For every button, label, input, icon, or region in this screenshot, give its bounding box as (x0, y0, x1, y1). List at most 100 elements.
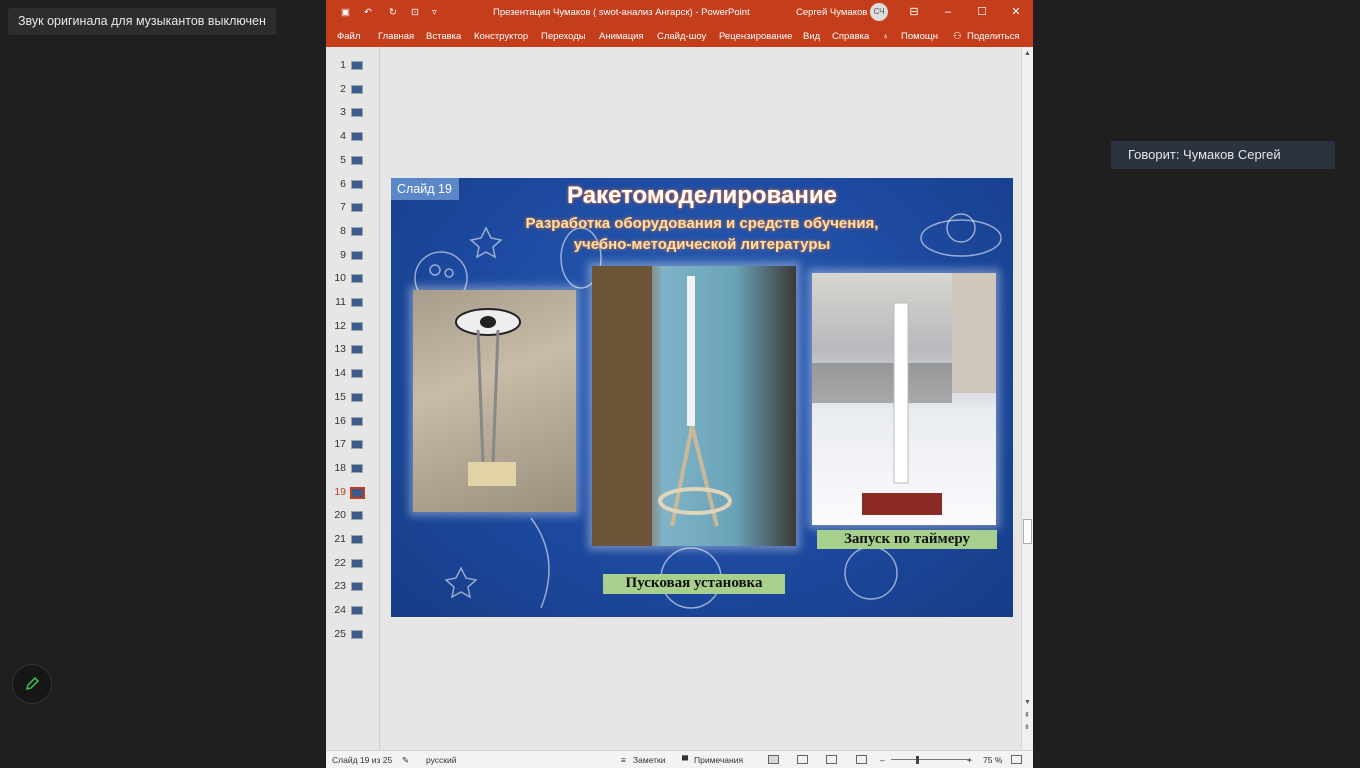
next-slide-icon[interactable]: ⇟ (1024, 723, 1030, 731)
notes-button[interactable]: Заметки (633, 755, 666, 765)
tab-help[interactable]: Справка (832, 31, 869, 42)
slide-thumbnail-image[interactable] (351, 155, 363, 165)
slide-thumbnail-image[interactable] (351, 345, 363, 355)
language-indicator[interactable]: русский (426, 755, 457, 765)
slide-thumbnail-image[interactable] (351, 132, 363, 142)
slide-thumbnail[interactable]: 21 (326, 529, 380, 549)
slide-thumbnail-image[interactable] (351, 298, 363, 307)
caption-timer-launch[interactable]: Запуск по таймеру (817, 530, 997, 549)
tab-home[interactable]: Главная (378, 31, 414, 42)
slide-thumbnail[interactable]: 6 (326, 174, 380, 194)
slide-thumbnail-image[interactable] (351, 179, 363, 189)
tab-animations[interactable]: Анимация (599, 31, 644, 42)
avatar[interactable]: СЧ (870, 3, 888, 21)
ribbon-display-icon[interactable]: ⊟ (906, 4, 922, 20)
tab-transitions[interactable]: Переходы (541, 31, 586, 42)
comments-button[interactable]: Примечания (694, 755, 743, 765)
slide-thumbnail-image[interactable] (351, 61, 363, 70)
slide-thumbnail-image[interactable] (351, 582, 363, 592)
share-button[interactable]: Поделиться (967, 31, 1019, 42)
slide-thumbnail-image[interactable] (351, 203, 363, 213)
reading-view-icon[interactable] (826, 755, 837, 764)
tab-view[interactable]: Вид (803, 31, 820, 42)
scroll-down-icon[interactable]: ▼ (1024, 699, 1031, 706)
slide-thumbnail[interactable]: 11 (326, 292, 380, 312)
slide-thumbnail[interactable]: 24 (326, 600, 380, 620)
zoom-in-icon[interactable]: + (967, 755, 972, 765)
current-slide[interactable]: Слайд 19 Ракетомоделирование Разработка … (391, 178, 1013, 617)
scroll-up-icon[interactable]: ▲ (1024, 50, 1031, 57)
slide-thumbnail[interactable]: 25 (326, 624, 380, 644)
maximize-icon[interactable]: ☐ (974, 4, 990, 20)
slide-thumbnail-image[interactable] (351, 511, 363, 521)
slide-thumbnail-image[interactable] (351, 108, 363, 118)
user-name[interactable]: Сергей Чумаков (796, 7, 867, 18)
slide-thumbnail-image[interactable] (350, 486, 365, 499)
photo-snow-launch[interactable] (812, 273, 996, 525)
save-icon[interactable]: ▣ (341, 7, 350, 18)
slideshow-view-icon[interactable] (856, 755, 867, 764)
photo-classroom-launcher[interactable] (592, 266, 796, 546)
slide-thumbnail[interactable]: 2 (326, 79, 380, 99)
slide-thumbnail-image[interactable] (351, 369, 363, 379)
tab-slideshow[interactable]: Слайд-шоу (657, 31, 706, 42)
zoom-slider-handle[interactable] (916, 756, 919, 764)
undo-icon[interactable]: ↶ (364, 7, 372, 18)
slide-subtitle-line-1[interactable]: Разработка оборудования и средств обучен… (391, 215, 1013, 232)
slide-thumbnail[interactable]: 18 (326, 458, 380, 478)
slide-thumbnail[interactable]: 9 (326, 245, 380, 265)
slide-thumbnail-image[interactable] (351, 250, 363, 260)
zoom-slider[interactable] (891, 759, 971, 760)
slide-thumbnail[interactable]: 4 (326, 126, 380, 146)
slide-thumbnail-image[interactable] (351, 606, 363, 616)
slide-thumbnail[interactable]: 23 (326, 576, 380, 596)
slide-thumbnail[interactable]: 20 (326, 505, 380, 525)
slide-thumbnail[interactable]: 19 (326, 482, 380, 502)
slide-thumbnail[interactable]: 16 (326, 411, 380, 431)
slide-sorter-icon[interactable] (797, 755, 808, 764)
slide-thumbnail-image[interactable] (351, 558, 363, 568)
slide-subtitle-line-2[interactable]: учебно-методической литературы (391, 236, 1013, 253)
normal-view-icon[interactable] (768, 755, 779, 764)
slide-title[interactable]: Ракетомоделирование (391, 182, 1013, 210)
slide-thumbnail-image[interactable] (351, 463, 363, 473)
close-icon[interactable]: ✕ (1008, 4, 1024, 20)
slide-thumbnail[interactable]: 8 (326, 221, 380, 241)
tab-insert[interactable]: Вставка (426, 31, 461, 42)
vertical-scrollbar[interactable]: ▲ ▼ ⇞ ⇟ (1021, 47, 1033, 750)
previous-slide-icon[interactable]: ⇞ (1024, 711, 1030, 719)
slide-thumbnail-image[interactable] (351, 226, 363, 236)
slide-thumbnail[interactable]: 12 (326, 316, 380, 336)
slide-thumbnail[interactable]: 17 (326, 434, 380, 454)
slide-thumbnail-image[interactable] (351, 629, 363, 639)
slide-thumbnail-image[interactable] (351, 392, 363, 402)
tab-design[interactable]: Конструктор (474, 31, 528, 42)
slide-thumbnail[interactable]: 22 (326, 553, 380, 573)
slide-thumbnail-image[interactable] (351, 416, 363, 426)
zoom-out-icon[interactable]: – (880, 755, 885, 765)
slide-thumbnail[interactable]: 1 (326, 55, 380, 75)
zoom-level[interactable]: 75 % (983, 755, 1002, 765)
slide-thumbnail-image[interactable] (351, 274, 363, 284)
customize-toolbar-icon[interactable]: ▿ (432, 7, 437, 18)
tab-file[interactable]: Файл (337, 31, 360, 42)
slide-thumbnail[interactable]: 10 (326, 268, 380, 288)
slide-thumbnail[interactable]: 7 (326, 197, 380, 217)
photo-launch-stand[interactable] (413, 290, 576, 512)
slide-thumbnail-image[interactable] (351, 84, 363, 94)
tab-tell-me[interactable]: Помощн (901, 31, 938, 42)
caption-launch-stand[interactable]: Пусковая установка (603, 574, 785, 594)
slide-thumbnail-image[interactable] (351, 321, 363, 331)
slide-thumbnail-image[interactable] (351, 440, 363, 450)
tab-review[interactable]: Рецензирование (719, 31, 792, 42)
scrollbar-thumb[interactable] (1023, 519, 1032, 544)
fit-to-window-icon[interactable] (1011, 755, 1022, 764)
annotate-pen-button[interactable] (12, 664, 52, 704)
slide-thumbnail[interactable]: 3 (326, 102, 380, 122)
slide-thumbnail[interactable]: 13 (326, 339, 380, 359)
slide-thumbnail[interactable]: 5 (326, 150, 380, 170)
spellcheck-icon[interactable]: ✎ (402, 755, 409, 766)
slide-thumbnail[interactable]: 15 (326, 387, 380, 407)
start-slideshow-icon[interactable]: ⊡ (411, 7, 419, 18)
slide-thumbnail-image[interactable] (351, 535, 363, 544)
